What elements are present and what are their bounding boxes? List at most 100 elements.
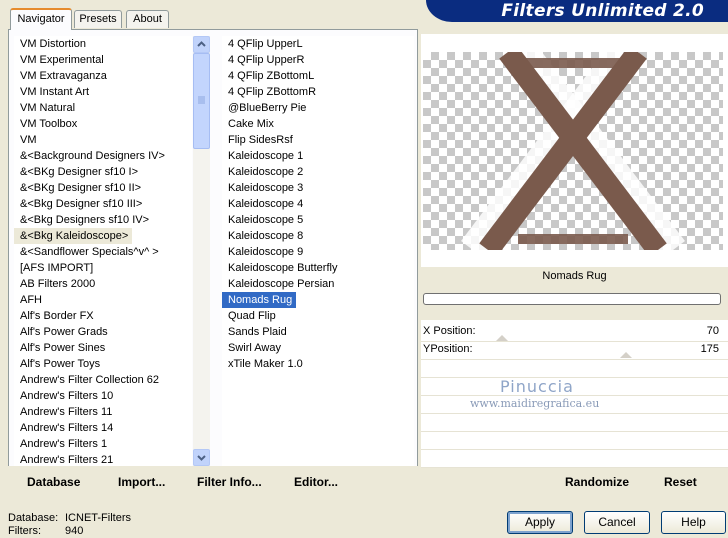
category-item[interactable]: Andrew's Filters 11: [14, 404, 192, 420]
editor-button[interactable]: Editor...: [294, 475, 338, 489]
category-item[interactable]: VM Instant Art: [14, 84, 192, 100]
param-empty: [421, 432, 728, 450]
tab-navigator[interactable]: Navigator: [10, 8, 72, 30]
param-x-position[interactable]: X Position: 70: [421, 324, 728, 342]
category-item[interactable]: &<Bkg Designers sf10 IV>: [14, 212, 192, 228]
category-scrollbar[interactable]: [193, 36, 210, 466]
category-item[interactable]: Andrew's Filters 21: [14, 452, 192, 466]
category-item[interactable]: &<BKg Designer sf10 II>: [14, 180, 192, 196]
scroll-up-button[interactable]: [193, 36, 210, 53]
reset-button[interactable]: Reset: [664, 475, 697, 489]
filter-item[interactable]: xTile Maker 1.0: [222, 356, 414, 372]
filter-item[interactable]: Nomads Rug: [222, 292, 414, 308]
category-item-label: VM Natural: [20, 102, 76, 114]
category-item[interactable]: Alf's Power Sines: [14, 340, 192, 356]
category-item[interactable]: Andrew's Filter Collection 62: [14, 372, 192, 388]
tab-presets[interactable]: Presets: [74, 10, 122, 28]
category-item[interactable]: Andrew's Filters 1: [14, 436, 192, 452]
help-button[interactable]: Help: [661, 511, 726, 534]
category-item[interactable]: &<Bkg Designer sf10 III>: [14, 196, 192, 212]
scroll-down-button[interactable]: [193, 449, 210, 466]
y-slider-thumb[interactable]: [620, 352, 632, 358]
tab-about[interactable]: About: [126, 10, 169, 28]
category-item[interactable]: &<Bkg Kaleidoscope>: [14, 228, 192, 244]
filter-item[interactable]: Kaleidoscope 8: [222, 228, 414, 244]
status-label: Filters:: [8, 525, 41, 537]
filter-item[interactable]: Cake Mix: [222, 116, 414, 132]
filter-item[interactable]: Kaleidoscope 9: [222, 244, 414, 260]
category-item[interactable]: VM Experimental: [14, 52, 192, 68]
filter-item-label: Kaleidoscope 2: [228, 166, 304, 178]
filter-item[interactable]: Flip SidesRsf: [222, 132, 414, 148]
filter-item-label: Flip SidesRsf: [228, 134, 293, 146]
chevron-up-icon: [197, 41, 206, 47]
app-title: Filters Unlimited 2.0: [501, 1, 704, 21]
category-item[interactable]: &<BKg Designer sf10 I>: [14, 164, 192, 180]
category-item-label: VM: [20, 134, 37, 146]
category-item[interactable]: VM Distortion: [14, 36, 192, 52]
filter-item[interactable]: Sands Plaid: [222, 324, 414, 340]
randomize-button[interactable]: Randomize: [565, 475, 629, 489]
filter-item-label: 4 QFlip UpperL: [228, 38, 303, 50]
filter-item[interactable]: 4 QFlip UpperL: [222, 36, 414, 52]
filter-list[interactable]: 4 QFlip UpperL 4 QFlip UpperR 4 QFlip ZBot…: [222, 36, 414, 466]
category-item-label: AB Filters 2000: [20, 278, 96, 290]
category-item[interactable]: [AFS IMPORT]: [14, 260, 192, 276]
cancel-button[interactable]: Cancel: [584, 511, 650, 534]
category-item[interactable]: VM Extravaganza: [14, 68, 192, 84]
filter-item[interactable]: @BlueBerry Pie: [222, 100, 414, 116]
category-item-label: VM Experimental: [20, 54, 104, 66]
category-item[interactable]: VM: [14, 132, 192, 148]
filter-item[interactable]: Swirl Away: [222, 340, 414, 356]
filter-item[interactable]: Kaleidoscope 1: [222, 148, 414, 164]
param-y-position[interactable]: YPosition: 175: [421, 342, 728, 360]
category-item[interactable]: AB Filters 2000: [14, 276, 192, 292]
param-label: YPosition:: [423, 343, 473, 355]
filter-item[interactable]: 4 QFlip ZBottomL: [222, 68, 414, 84]
category-list[interactable]: VM Distortion VM Experimental VM Extravaga…: [14, 36, 192, 466]
filter-item-label: Swirl Away: [228, 342, 281, 354]
category-item-label: VM Extravaganza: [20, 70, 107, 82]
filter-item-label: xTile Maker 1.0: [228, 358, 303, 370]
category-item-label: Andrew's Filters 21: [20, 454, 114, 466]
scroll-thumb[interactable]: [193, 53, 210, 149]
import-button[interactable]: Import...: [118, 475, 165, 489]
category-item[interactable]: Alf's Border FX: [14, 308, 192, 324]
database-button[interactable]: Database: [27, 475, 80, 489]
filter-item[interactable]: 4 QFlip UpperR: [222, 52, 414, 68]
category-item-label: Alf's Power Grads: [20, 326, 108, 338]
chevron-down-icon: [197, 455, 206, 461]
category-item[interactable]: Andrew's Filters 14: [14, 420, 192, 436]
filter-item[interactable]: 4 QFlip ZBottomR: [222, 84, 414, 100]
category-item-label: [AFS IMPORT]: [20, 262, 94, 274]
category-item[interactable]: VM Natural: [14, 100, 192, 116]
filter-item-label: Nomads Rug: [222, 292, 297, 308]
progress-bar: [423, 293, 721, 305]
filter-item-label: 4 QFlip ZBottomR: [228, 86, 317, 98]
filter-item[interactable]: Kaleidoscope Butterfly: [222, 260, 414, 276]
filter-item-label: Kaleidoscope 4: [228, 198, 304, 210]
category-item[interactable]: &<Background Designers IV>: [14, 148, 192, 164]
watermark-url: www.maidiregrafica.eu: [470, 397, 600, 410]
apply-button[interactable]: Apply: [507, 511, 573, 534]
filter-item[interactable]: Kaleidoscope 2: [222, 164, 414, 180]
filter-item[interactable]: Kaleidoscope 5: [222, 212, 414, 228]
filter-item[interactable]: Kaleidoscope 3: [222, 180, 414, 196]
status-value: 940: [65, 525, 84, 537]
category-item[interactable]: &<Sandflower Specials^v^ >: [14, 244, 192, 260]
category-item[interactable]: Alf's Power Grads: [14, 324, 192, 340]
param-empty: [421, 414, 728, 432]
status-value: ICNET-Filters: [65, 512, 131, 524]
category-item[interactable]: AFH: [14, 292, 192, 308]
category-item-label: &<BKg Designer sf10 I>: [20, 166, 139, 178]
category-item[interactable]: VM Toolbox: [14, 116, 192, 132]
filter-info-button[interactable]: Filter Info...: [197, 475, 262, 489]
grip-icon: [198, 96, 205, 104]
category-item[interactable]: Alf's Power Toys: [14, 356, 192, 372]
category-item[interactable]: Andrew's Filters 10: [14, 388, 192, 404]
x-slider-thumb[interactable]: [496, 335, 508, 341]
filter-item[interactable]: Quad Flip: [222, 308, 414, 324]
category-item-label: &<Background Designers IV>: [20, 150, 165, 162]
filter-item[interactable]: Kaleidoscope 4: [222, 196, 414, 212]
filter-item[interactable]: Kaleidoscope Persian: [222, 276, 414, 292]
